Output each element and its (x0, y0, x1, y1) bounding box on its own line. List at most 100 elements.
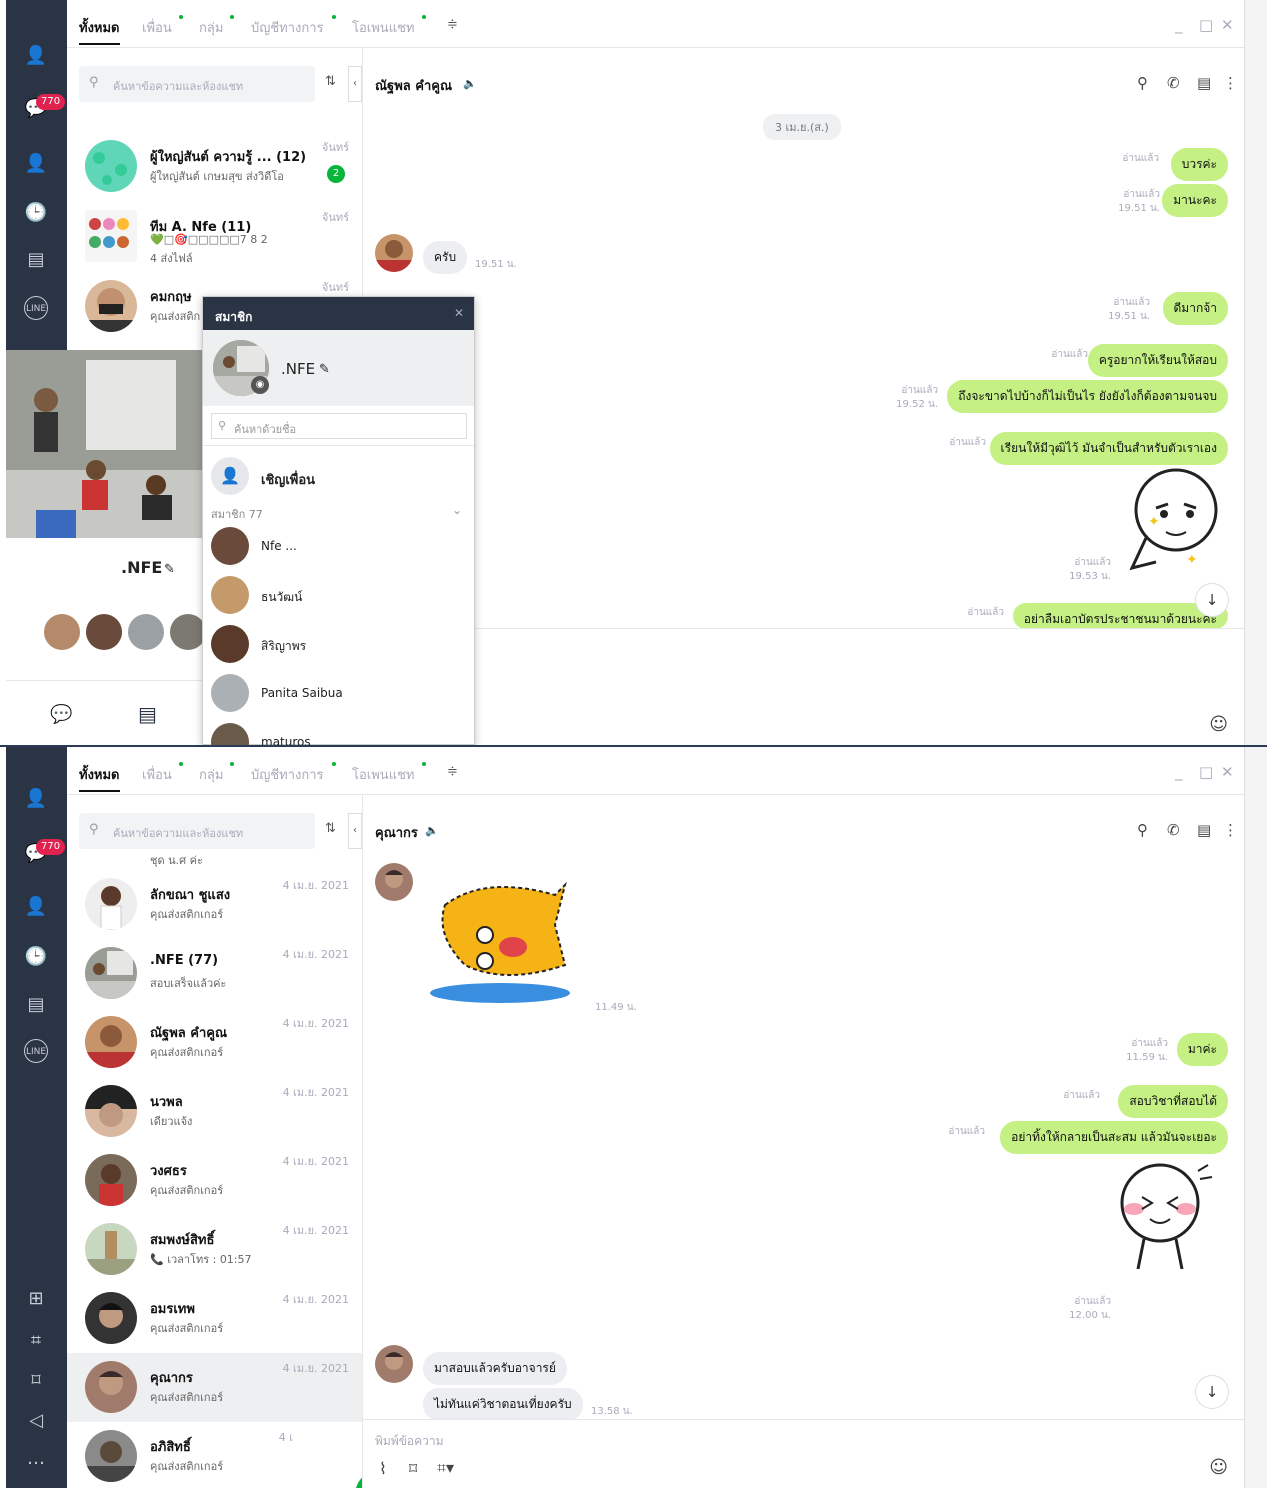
sticker[interactable] (1114, 1159, 1214, 1277)
call-icon[interactable]: ✆ (1167, 821, 1180, 839)
friends-icon[interactable]: 👤 (24, 787, 48, 811)
sort-icon[interactable]: ⇅ (325, 74, 336, 89)
friends-icon[interactable]: 👤 (24, 44, 48, 68)
list-item[interactable]: ณัฐพล คำคูณ คุณส่งสติกเกอร์ 4 เม.ย. 2021 (67, 1008, 362, 1077)
minimize-icon[interactable]: _ (1175, 16, 1183, 34)
sticker[interactable] (425, 875, 575, 1005)
chat-time: จันทร์ (321, 211, 349, 224)
crop-icon[interactable]: ⌗▾ (437, 1458, 454, 1478)
message-bubble[interactable]: สอบวิชาที่สอบได้ (1118, 1085, 1228, 1118)
sender-avatar (375, 1345, 413, 1383)
bookmark-icon[interactable]: ⌑ (409, 1459, 417, 1478)
message-input-placeholder[interactable]: พิมพ์ข้อความ (375, 1432, 444, 1451)
call-icon[interactable]: ✆ (1167, 74, 1180, 92)
line-icon[interactable]: LINE (24, 296, 48, 320)
scroll-down-button[interactable]: ↓ (1195, 1375, 1229, 1409)
history-icon[interactable]: 🕒 (24, 201, 48, 225)
bookmark-icon[interactable]: ⌑ (24, 1369, 48, 1393)
minimize-icon[interactable]: _ (1175, 763, 1183, 781)
emoji-icon[interactable]: ☺ (1209, 1457, 1228, 1478)
search-icon[interactable]: ⚲ (1137, 821, 1148, 839)
message-bubble[interactable]: ครับ (423, 241, 468, 274)
member-search[interactable]: ⚲ ค้นหาด้วยชื่อ (211, 413, 467, 439)
add-friend-icon[interactable]: 👤 (24, 152, 48, 176)
chevron-down-icon[interactable]: ⌄ (452, 503, 462, 517)
mute-icon: 🔈 (425, 824, 439, 837)
member-avatars[interactable] (44, 614, 206, 652)
video-add-icon[interactable]: ⊞ (24, 1287, 48, 1311)
filter-icon[interactable]: ≑ (447, 764, 458, 779)
close-icon[interactable]: ✕ (1221, 16, 1234, 34)
edit-icon[interactable]: ✎ (164, 562, 175, 577)
collapse-list-button[interactable]: ‹ (348, 813, 362, 849)
tab-official[interactable]: บัญชีทางการ (251, 764, 324, 785)
message-bubble[interactable]: อย่าทิ้งให้กลายเป็นสะสม แล้วมันจะเยอะ (1000, 1121, 1228, 1154)
message-bubble[interactable]: ดีมากจ้า (1162, 292, 1228, 325)
notes-icon[interactable]: ▤ (24, 993, 48, 1017)
message-input-area[interactable]: ☺ (363, 628, 1244, 745)
close-icon[interactable]: ✕ (454, 306, 464, 320)
list-item[interactable]: นวพล เดียวแจ้ง 4 เม.ย. 2021 (67, 1077, 362, 1146)
tab-all[interactable]: ทั้งหมด (79, 764, 120, 792)
edit-icon[interactable]: ✎ (319, 362, 330, 377)
notes-icon[interactable]: ▤ (138, 702, 157, 726)
message-bubble[interactable]: ครูอยากให้เรียนให้สอบ (1087, 344, 1228, 377)
scroll-down-button[interactable]: ↓ (1195, 583, 1229, 617)
message-bubble[interactable]: มาค่ะ (1176, 1033, 1228, 1066)
chat-header: ณัฐพล คำคูณ 🔈 ⚲ ✆ ▤ ⋮ (363, 48, 1244, 114)
avatar (85, 1430, 137, 1482)
list-item[interactable]: ลักขณา ชูแสง คุณส่งสติกเกอร์ 4 เม.ย. 2021 (67, 870, 362, 939)
more-icon[interactable]: ⋮ (1223, 74, 1238, 92)
list-item[interactable]: สมพงษ์สิทธิ์ 📞 เวลาโทร : 01:57 4 เม.ย. 202… (67, 1215, 362, 1284)
tab-groups[interactable]: กลุ่ม (199, 17, 223, 38)
tab-all[interactable]: ทั้งหมด (79, 17, 120, 45)
read-status: อ่านแล้ว (1122, 153, 1159, 164)
chat-search[interactable]: ⚲ ค้นหาข้อความและห้องแชท (79, 66, 315, 102)
message-bubble[interactable]: เรียนให้มีวุฒิไว้ มันจำเป็นสำหรับตัวเราเ… (989, 432, 1228, 465)
add-friend-icon[interactable]: 👤 (24, 895, 48, 919)
message-bubble[interactable]: ไม่ทันแค่วิชาตอนเที่ยงครับ (423, 1388, 583, 1421)
list-item[interactable]: คุณากร คุณส่งสติกเกอร์ 4 เม.ย. 2021 (67, 1353, 362, 1422)
notes-icon[interactable]: ▤ (24, 248, 48, 272)
maximize-icon[interactable]: □ (1199, 16, 1213, 34)
message-input-area[interactable]: พิมพ์ข้อความ ⌇ ⌑ ⌗▾ ☺ (363, 1419, 1244, 1488)
close-icon[interactable]: ✕ (1221, 763, 1234, 781)
more-icon[interactable]: … (24, 1447, 48, 1471)
message-bubble[interactable]: ถึงจะขาดไปบ้างก็ไม่เป็นไร ยังยังไงก็ต้อง… (947, 380, 1228, 413)
list-item[interactable]: วงศธร คุณส่งสติกเกอร์ 4 เม.ย. 2021 (67, 1146, 362, 1215)
tab-openchat[interactable]: โอเพนแชท (352, 764, 414, 785)
maximize-icon[interactable]: □ (1199, 763, 1213, 781)
tab-groups[interactable]: กลุ่ม (199, 764, 223, 785)
list-item[interactable]: อมรเทพ คุณส่งสติกเกอร์ 4 เม.ย. 2021 (67, 1284, 362, 1353)
tab-friends[interactable]: เพื่อน (142, 764, 172, 785)
sort-icon[interactable]: ⇅ (325, 821, 336, 836)
message-bubble[interactable]: บวรค่ะ (1170, 148, 1228, 181)
tab-openchat[interactable]: โอเพนแชท (352, 17, 414, 38)
list-item[interactable]: ผู้ใหญ่สันต์ ความรู้ ... (12) ผู้ใหญ่สัน… (67, 132, 362, 201)
history-icon[interactable]: 🕒 (24, 945, 48, 969)
line-icon[interactable]: LINE (24, 1039, 48, 1063)
speaker-icon[interactable]: ◁ (24, 1409, 48, 1433)
chat-preview: เดียวแจ้ง (150, 1115, 193, 1128)
tab-friends[interactable]: เพื่อน (142, 17, 172, 38)
notes-icon[interactable]: ▤ (1197, 74, 1211, 92)
collapse-list-button[interactable]: ‹ (348, 66, 362, 102)
more-icon[interactable]: ⋮ (1223, 821, 1238, 839)
search-icon[interactable]: ⚲ (1137, 74, 1148, 92)
sticker[interactable]: ✦ ✦ (1126, 468, 1218, 578)
attach-icon[interactable]: ⌇ (379, 1459, 387, 1478)
chat-search[interactable]: ⚲ ค้นหาข้อความและห้องแชท (79, 813, 315, 849)
chat-time: 4 เม.ย. 2021 (282, 1155, 349, 1168)
list-item[interactable]: อภิสิทธิ์ คุณส่งสติกเกอร์ 4 เ (67, 1422, 362, 1488)
list-item[interactable]: ทีม A. Nfe (11) 💚□🎯□□□□□7 8 2 4 ส่งไฟล์ … (67, 202, 362, 271)
message-bubble[interactable]: มานะคะ (1162, 184, 1228, 217)
list-item[interactable]: .NFE (77) สอบเสร็จแล้วค่ะ 4 เม.ย. 2021 (67, 939, 362, 1008)
tab-official[interactable]: บัญชีทางการ (251, 17, 324, 38)
camera-icon[interactable]: ◉ (251, 376, 269, 394)
message-bubble[interactable]: มาสอบแล้วครับอาจารย์ (423, 1352, 567, 1385)
crop-icon[interactable]: ⌗ (24, 1329, 48, 1353)
filter-icon[interactable]: ≑ (447, 17, 458, 32)
emoji-icon[interactable]: ☺ (1209, 714, 1228, 735)
chat-icon[interactable]: 💬 (50, 704, 72, 725)
notes-icon[interactable]: ▤ (1197, 821, 1211, 839)
